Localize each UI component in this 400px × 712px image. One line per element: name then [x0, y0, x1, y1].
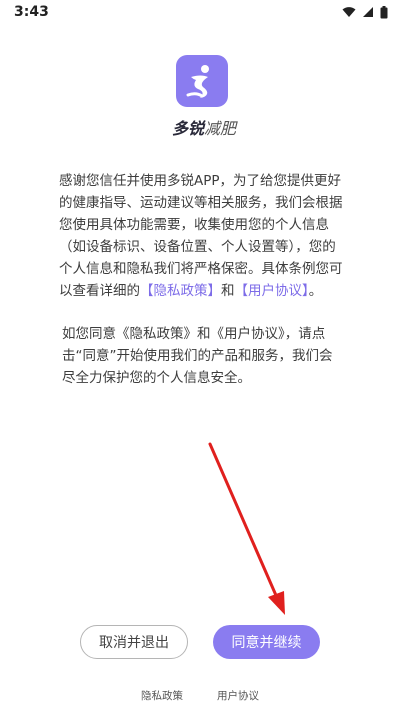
brand-name-bold: 多锐: [171, 119, 204, 138]
footer-terms-link[interactable]: 用户协议: [217, 688, 259, 703]
intro-end-text: 。: [308, 283, 323, 299]
battery-icon: [380, 5, 388, 18]
annotation-arrow-shaft: [208, 442, 280, 602]
consent-text: 如您同意《隐私政策》和《用户协议》，请点击“同意”开始使用我们的产品和服务，我们…: [62, 326, 333, 386]
footer-links: 隐私政策 用户协议: [0, 688, 400, 703]
signal-icon: [363, 7, 373, 17]
app-logo: [176, 55, 228, 107]
user-agreement-link[interactable]: 【用户协议】: [235, 283, 309, 299]
agree-continue-button[interactable]: 同意并继续: [213, 625, 320, 659]
privacy-intro-text: 感谢您信任并使用多锐APP，为了给您提供更好的健康指导、运动建议等相关服务，我们…: [59, 170, 349, 302]
runner-logo-icon: [186, 65, 209, 98]
status-bar: 3:43: [0, 0, 400, 24]
wifi-icon: [342, 7, 356, 17]
brand-name: 多锐减肥: [164, 115, 244, 139]
status-time: 3:43: [14, 4, 49, 20]
privacy-policy-link[interactable]: 【隐私政策】: [140, 283, 221, 299]
status-icons: [342, 5, 388, 19]
brand-name-light: 减肥: [204, 119, 237, 138]
annotation-arrow-head: [268, 591, 285, 615]
intro-and-text: 和: [221, 283, 235, 299]
intro-text: 感谢您信任并使用多锐APP，为了给您提供更好的健康指导、运动建议等相关服务，我们…: [59, 173, 343, 299]
footer-privacy-link[interactable]: 隐私政策: [141, 688, 183, 703]
cancel-exit-button[interactable]: 取消并退出: [80, 625, 188, 659]
